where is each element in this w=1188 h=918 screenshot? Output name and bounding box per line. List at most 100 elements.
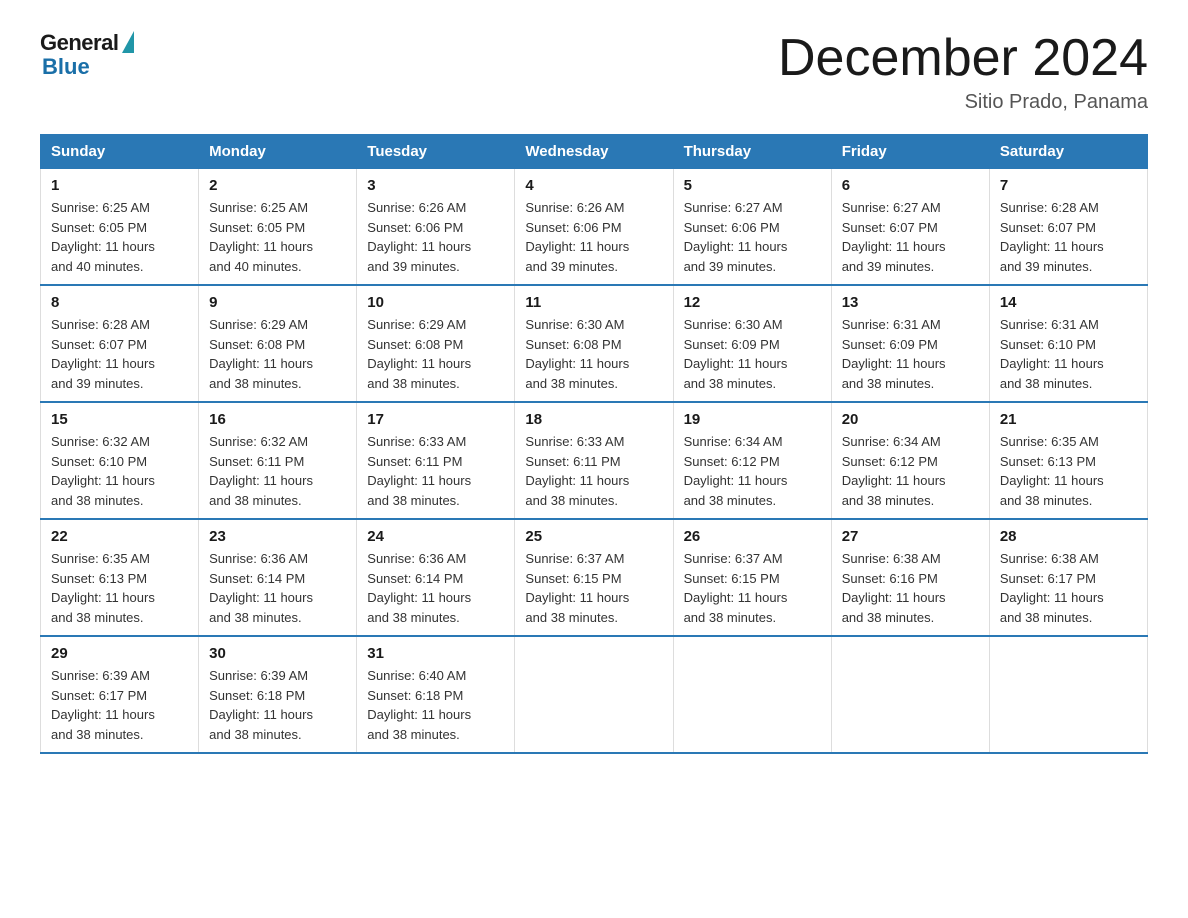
day-info: Sunrise: 6:35 AM Sunset: 6:13 PM Dayligh… [1000,432,1137,510]
day-info: Sunrise: 6:39 AM Sunset: 6:17 PM Dayligh… [51,666,188,744]
calendar-week-row: 1 Sunrise: 6:25 AM Sunset: 6:05 PM Dayli… [41,169,1148,286]
day-info: Sunrise: 6:35 AM Sunset: 6:13 PM Dayligh… [51,549,188,627]
day-of-week-header: Thursday [673,135,831,169]
calendar-day-cell: 22 Sunrise: 6:35 AM Sunset: 6:13 PM Dayl… [41,519,199,636]
calendar-week-row: 29 Sunrise: 6:39 AM Sunset: 6:17 PM Dayl… [41,636,1148,753]
day-of-week-header: Monday [199,135,357,169]
day-of-week-header: Saturday [989,135,1147,169]
calendar-day-cell: 16 Sunrise: 6:32 AM Sunset: 6:11 PM Dayl… [199,402,357,519]
day-info: Sunrise: 6:34 AM Sunset: 6:12 PM Dayligh… [684,432,821,510]
calendar-day-cell: 25 Sunrise: 6:37 AM Sunset: 6:15 PM Dayl… [515,519,673,636]
day-info: Sunrise: 6:37 AM Sunset: 6:15 PM Dayligh… [684,549,821,627]
logo-blue-text: Blue [42,54,90,80]
day-number: 10 [367,294,504,311]
day-info: Sunrise: 6:38 AM Sunset: 6:17 PM Dayligh… [1000,549,1137,627]
calendar-day-cell: 6 Sunrise: 6:27 AM Sunset: 6:07 PM Dayli… [831,169,989,286]
day-info: Sunrise: 6:34 AM Sunset: 6:12 PM Dayligh… [842,432,979,510]
day-number: 24 [367,528,504,545]
calendar-day-cell: 28 Sunrise: 6:38 AM Sunset: 6:17 PM Dayl… [989,519,1147,636]
calendar-day-cell [515,636,673,753]
day-info: Sunrise: 6:28 AM Sunset: 6:07 PM Dayligh… [51,315,188,393]
day-info: Sunrise: 6:25 AM Sunset: 6:05 PM Dayligh… [51,198,188,276]
calendar-day-cell: 5 Sunrise: 6:27 AM Sunset: 6:06 PM Dayli… [673,169,831,286]
day-info: Sunrise: 6:27 AM Sunset: 6:06 PM Dayligh… [684,198,821,276]
day-info: Sunrise: 6:27 AM Sunset: 6:07 PM Dayligh… [842,198,979,276]
day-number: 7 [1000,177,1137,194]
calendar-day-cell: 27 Sunrise: 6:38 AM Sunset: 6:16 PM Dayl… [831,519,989,636]
location-subtitle: Sitio Prado, Panama [778,91,1148,114]
day-number: 27 [842,528,979,545]
day-info: Sunrise: 6:30 AM Sunset: 6:08 PM Dayligh… [525,315,662,393]
calendar-table: SundayMondayTuesdayWednesdayThursdayFrid… [40,134,1148,754]
calendar-day-cell: 31 Sunrise: 6:40 AM Sunset: 6:18 PM Dayl… [357,636,515,753]
calendar-day-cell: 26 Sunrise: 6:37 AM Sunset: 6:15 PM Dayl… [673,519,831,636]
day-info: Sunrise: 6:30 AM Sunset: 6:09 PM Dayligh… [684,315,821,393]
day-number: 30 [209,645,346,662]
day-number: 1 [51,177,188,194]
day-number: 18 [525,411,662,428]
day-info: Sunrise: 6:31 AM Sunset: 6:09 PM Dayligh… [842,315,979,393]
calendar-day-cell: 29 Sunrise: 6:39 AM Sunset: 6:17 PM Dayl… [41,636,199,753]
logo-triangle-icon [122,31,134,53]
title-block: December 2024 Sitio Prado, Panama [778,30,1148,114]
day-number: 17 [367,411,504,428]
calendar-day-cell: 11 Sunrise: 6:30 AM Sunset: 6:08 PM Dayl… [515,285,673,402]
days-of-week-row: SundayMondayTuesdayWednesdayThursdayFrid… [41,135,1148,169]
day-number: 2 [209,177,346,194]
calendar-day-cell: 19 Sunrise: 6:34 AM Sunset: 6:12 PM Dayl… [673,402,831,519]
day-number: 19 [684,411,821,428]
calendar-day-cell [673,636,831,753]
calendar-header: SundayMondayTuesdayWednesdayThursdayFrid… [41,135,1148,169]
calendar-day-cell: 7 Sunrise: 6:28 AM Sunset: 6:07 PM Dayli… [989,169,1147,286]
day-number: 9 [209,294,346,311]
calendar-day-cell: 12 Sunrise: 6:30 AM Sunset: 6:09 PM Dayl… [673,285,831,402]
day-info: Sunrise: 6:36 AM Sunset: 6:14 PM Dayligh… [367,549,504,627]
calendar-week-row: 15 Sunrise: 6:32 AM Sunset: 6:10 PM Dayl… [41,402,1148,519]
day-info: Sunrise: 6:32 AM Sunset: 6:10 PM Dayligh… [51,432,188,510]
logo-top: General [40,30,134,56]
day-number: 29 [51,645,188,662]
day-of-week-header: Tuesday [357,135,515,169]
day-of-week-header: Sunday [41,135,199,169]
day-info: Sunrise: 6:26 AM Sunset: 6:06 PM Dayligh… [525,198,662,276]
calendar-day-cell: 20 Sunrise: 6:34 AM Sunset: 6:12 PM Dayl… [831,402,989,519]
day-info: Sunrise: 6:39 AM Sunset: 6:18 PM Dayligh… [209,666,346,744]
calendar-day-cell: 30 Sunrise: 6:39 AM Sunset: 6:18 PM Dayl… [199,636,357,753]
calendar-day-cell: 2 Sunrise: 6:25 AM Sunset: 6:05 PM Dayli… [199,169,357,286]
day-info: Sunrise: 6:37 AM Sunset: 6:15 PM Dayligh… [525,549,662,627]
day-info: Sunrise: 6:36 AM Sunset: 6:14 PM Dayligh… [209,549,346,627]
day-number: 5 [684,177,821,194]
calendar-week-row: 8 Sunrise: 6:28 AM Sunset: 6:07 PM Dayli… [41,285,1148,402]
day-info: Sunrise: 6:26 AM Sunset: 6:06 PM Dayligh… [367,198,504,276]
day-info: Sunrise: 6:32 AM Sunset: 6:11 PM Dayligh… [209,432,346,510]
day-number: 20 [842,411,979,428]
day-number: 13 [842,294,979,311]
day-number: 31 [367,645,504,662]
day-info: Sunrise: 6:33 AM Sunset: 6:11 PM Dayligh… [367,432,504,510]
calendar-week-row: 22 Sunrise: 6:35 AM Sunset: 6:13 PM Dayl… [41,519,1148,636]
calendar-day-cell: 21 Sunrise: 6:35 AM Sunset: 6:13 PM Dayl… [989,402,1147,519]
month-title: December 2024 [778,30,1148,87]
day-info: Sunrise: 6:29 AM Sunset: 6:08 PM Dayligh… [367,315,504,393]
page-header: General Blue December 2024 Sitio Prado, … [40,30,1148,114]
day-number: 28 [1000,528,1137,545]
day-info: Sunrise: 6:38 AM Sunset: 6:16 PM Dayligh… [842,549,979,627]
day-info: Sunrise: 6:28 AM Sunset: 6:07 PM Dayligh… [1000,198,1137,276]
calendar-day-cell: 17 Sunrise: 6:33 AM Sunset: 6:11 PM Dayl… [357,402,515,519]
day-info: Sunrise: 6:31 AM Sunset: 6:10 PM Dayligh… [1000,315,1137,393]
calendar-day-cell: 13 Sunrise: 6:31 AM Sunset: 6:09 PM Dayl… [831,285,989,402]
day-number: 11 [525,294,662,311]
day-number: 23 [209,528,346,545]
day-number: 12 [684,294,821,311]
calendar-day-cell: 18 Sunrise: 6:33 AM Sunset: 6:11 PM Dayl… [515,402,673,519]
day-number: 15 [51,411,188,428]
calendar-day-cell: 4 Sunrise: 6:26 AM Sunset: 6:06 PM Dayli… [515,169,673,286]
day-info: Sunrise: 6:25 AM Sunset: 6:05 PM Dayligh… [209,198,346,276]
logo-general-text: General [40,30,118,56]
day-number: 22 [51,528,188,545]
day-number: 26 [684,528,821,545]
calendar-body: 1 Sunrise: 6:25 AM Sunset: 6:05 PM Dayli… [41,169,1148,754]
day-number: 6 [842,177,979,194]
calendar-day-cell: 15 Sunrise: 6:32 AM Sunset: 6:10 PM Dayl… [41,402,199,519]
calendar-day-cell: 23 Sunrise: 6:36 AM Sunset: 6:14 PM Dayl… [199,519,357,636]
